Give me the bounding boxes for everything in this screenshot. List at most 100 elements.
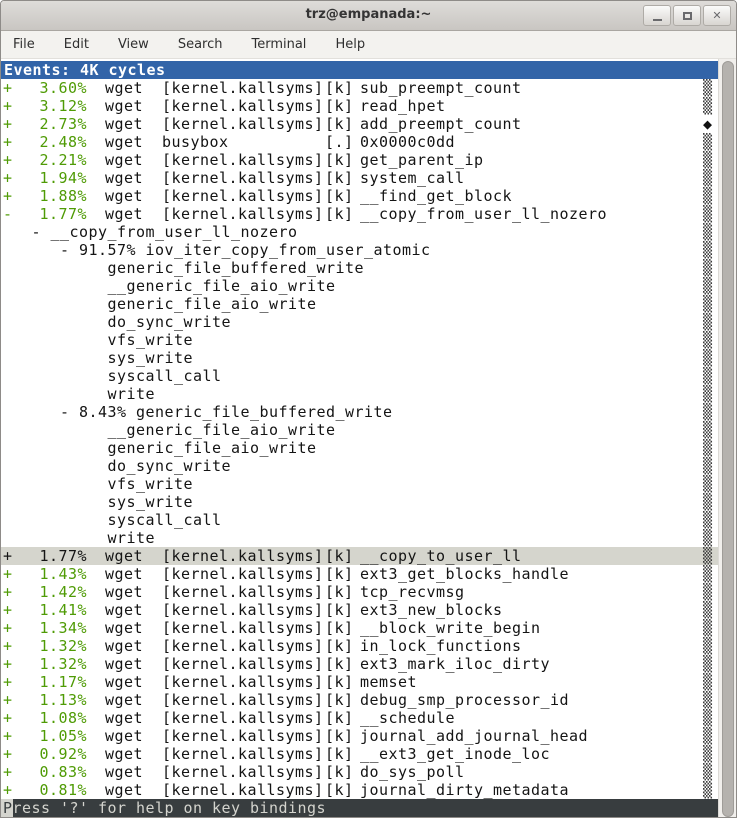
callchain-text: generic_file_buffered_write [3,259,364,277]
perf-entry-row[interactable]: +1.43%wget[kernel.kallsyms][k]ext3_get_b… [1,565,718,583]
perf-entry-row[interactable]: +3.60%wget[kernel.kallsyms][k]sub_preemp… [1,79,718,97]
minimize-button[interactable] [643,5,671,26]
expand-toggle[interactable]: + [3,565,13,583]
callchain-text: do_sync_write [3,457,231,475]
perf-entry-row[interactable]: +1.05%wget[kernel.kallsyms][k]journal_ad… [1,727,718,745]
callchain-row[interactable]: vfs_write▒ [1,331,718,349]
callchain-row[interactable]: __generic_file_aio_write▒ [1,421,718,439]
menu-item-file[interactable]: File [11,34,37,55]
callchain-row[interactable]: syscall_call▒ [1,367,718,385]
menu-item-view[interactable]: View [116,34,151,55]
overhead-percent: 1.41% [29,601,87,619]
callchain-row[interactable]: - 8.43% generic_file_buffered_write▒ [1,403,718,421]
perf-entry-row[interactable]: +2.21%wget[kernel.kallsyms][k]get_parent… [1,151,718,169]
expand-toggle[interactable]: + [3,133,13,151]
perf-entry-row[interactable]: +0.83%wget[kernel.kallsyms][k]do_sys_pol… [1,763,718,781]
expand-toggle[interactable]: - [3,205,13,223]
menu-item-terminal[interactable]: Terminal [249,34,308,55]
title-bar[interactable]: trz@empanada:~ ✕ [1,1,736,31]
terminal-scrollbar[interactable] [718,59,736,818]
expand-toggle[interactable]: + [3,673,13,691]
callchain-row[interactable]: - __copy_from_user_ll_nozero▒ [1,223,718,241]
perf-entry-row[interactable]: +1.08%wget[kernel.kallsyms][k]__schedule… [1,709,718,727]
expand-toggle[interactable]: + [3,619,13,637]
expand-toggle[interactable]: + [3,781,13,799]
perf-entry-row[interactable]: -1.77%wget[kernel.kallsyms][k]__copy_fro… [1,205,718,223]
perf-entry-row[interactable]: +1.42%wget[kernel.kallsyms][k]tcp_recvms… [1,583,718,601]
expand-toggle[interactable]: + [3,187,13,205]
terminal-screen[interactable]: Events: 4K cycles +3.60%wget[kernel.kall… [1,59,736,818]
symbol-name: journal_dirty_metadata [360,781,569,799]
callchain-row[interactable]: sys_write▒ [1,349,718,367]
perf-entry-row[interactable]: +1.94%wget[kernel.kallsyms][k]system_cal… [1,169,718,187]
overhead-percent: 2.48% [29,133,87,151]
callchain-row[interactable]: generic_file_aio_write▒ [1,439,718,457]
callchain-row[interactable]: vfs_write▒ [1,475,718,493]
symbol-name: 0x0000c0dd [360,133,455,151]
callchain-row[interactable]: write▒ [1,529,718,547]
callchain-row[interactable]: do_sync_write▒ [1,313,718,331]
expand-toggle[interactable]: + [3,169,13,187]
shared-object: [kernel.kallsyms] [162,97,324,115]
expand-toggle[interactable]: + [3,691,13,709]
shared-object: [kernel.kallsyms] [162,691,324,709]
callchain-row[interactable]: generic_file_aio_write▒ [1,295,718,313]
perf-entry-row[interactable]: +1.32%wget[kernel.kallsyms][k]in_lock_fu… [1,637,718,655]
expand-toggle[interactable]: + [3,97,13,115]
callchain-row[interactable]: generic_file_buffered_write▒ [1,259,718,277]
shared-object: [kernel.kallsyms] [162,547,324,565]
expand-toggle[interactable]: + [3,655,13,673]
callchain-row[interactable]: write▒ [1,385,718,403]
shared-object: [kernel.kallsyms] [162,187,324,205]
perf-entry-row[interactable]: +0.92%wget[kernel.kallsyms][k]__ext3_get… [1,745,718,763]
shared-object: [kernel.kallsyms] [162,151,324,169]
perf-entry-row[interactable]: +2.73%wget[kernel.kallsyms][k]add_preemp… [1,115,718,133]
expand-toggle[interactable]: + [3,79,13,97]
overhead-percent: 1.34% [29,619,87,637]
scrollbar-hatch-icon: ▒ [703,295,713,313]
callchain-row[interactable]: do_sync_write▒ [1,457,718,475]
menu-item-search[interactable]: Search [176,34,225,55]
expand-toggle[interactable]: + [3,745,13,763]
callchain-row[interactable]: - 91.57% iov_iter_copy_from_user_atomic▒ [1,241,718,259]
perf-entry-row[interactable]: +1.32%wget[kernel.kallsyms][k]ext3_mark_… [1,655,718,673]
expand-toggle[interactable]: + [3,727,13,745]
expand-toggle[interactable]: + [3,115,13,133]
command: wget [105,655,143,673]
callchain-text: syscall_call [3,511,222,529]
perf-entry-row[interactable]: +1.17%wget[kernel.kallsyms][k]memset▒ [1,673,718,691]
perf-entry-row[interactable]: +1.34%wget[kernel.kallsyms][k]__block_wr… [1,619,718,637]
callchain-row[interactable]: syscall_call▒ [1,511,718,529]
perf-entry-row[interactable]: +0.81%wget[kernel.kallsyms][k]journal_di… [1,781,718,799]
shared-object: [kernel.kallsyms] [162,565,324,583]
callchain-row[interactable]: sys_write▒ [1,493,718,511]
expand-toggle[interactable]: + [3,583,13,601]
perf-entry-row[interactable]: +1.88%wget[kernel.kallsyms][k]__find_get… [1,187,718,205]
expand-toggle[interactable]: + [3,601,13,619]
expand-toggle[interactable]: + [3,151,13,169]
perf-entry-row[interactable]: +2.48%wgetbusybox[.]0x0000c0dd▒ [1,133,718,151]
perf-entry-row[interactable]: +3.12%wget[kernel.kallsyms][k]read_hpet▒ [1,97,718,115]
close-button[interactable]: ✕ [703,5,731,26]
callchain-text: sys_write [3,349,193,367]
menu-item-help[interactable]: Help [333,34,367,55]
expand-toggle[interactable]: + [3,763,13,781]
symbol-name: __find_get_block [360,187,512,205]
scrollbar-thumb[interactable] [722,61,734,817]
perf-entry-row[interactable]: +1.77%wget[kernel.kallsyms][k]__copy_to_… [1,547,718,565]
symbol-type: [k] [325,691,354,709]
maximize-button[interactable] [673,5,701,26]
expand-toggle[interactable]: + [3,709,13,727]
symbol-name: __block_write_begin [360,619,541,637]
perf-tui: Events: 4K cycles +3.60%wget[kernel.kall… [1,61,718,817]
menu-item-edit[interactable]: Edit [62,34,91,55]
perf-entry-row[interactable]: +1.41%wget[kernel.kallsyms][k]ext3_new_b… [1,601,718,619]
callchain-row[interactable]: __generic_file_aio_write▒ [1,277,718,295]
maximize-icon [683,12,692,20]
expand-toggle[interactable]: + [3,637,13,655]
command: wget [105,115,143,133]
perf-entry-row[interactable]: +1.13%wget[kernel.kallsyms][k]debug_smp_… [1,691,718,709]
overhead-percent: 2.21% [29,151,87,169]
window-controls: ✕ [643,5,731,26]
expand-toggle[interactable]: + [3,547,13,565]
